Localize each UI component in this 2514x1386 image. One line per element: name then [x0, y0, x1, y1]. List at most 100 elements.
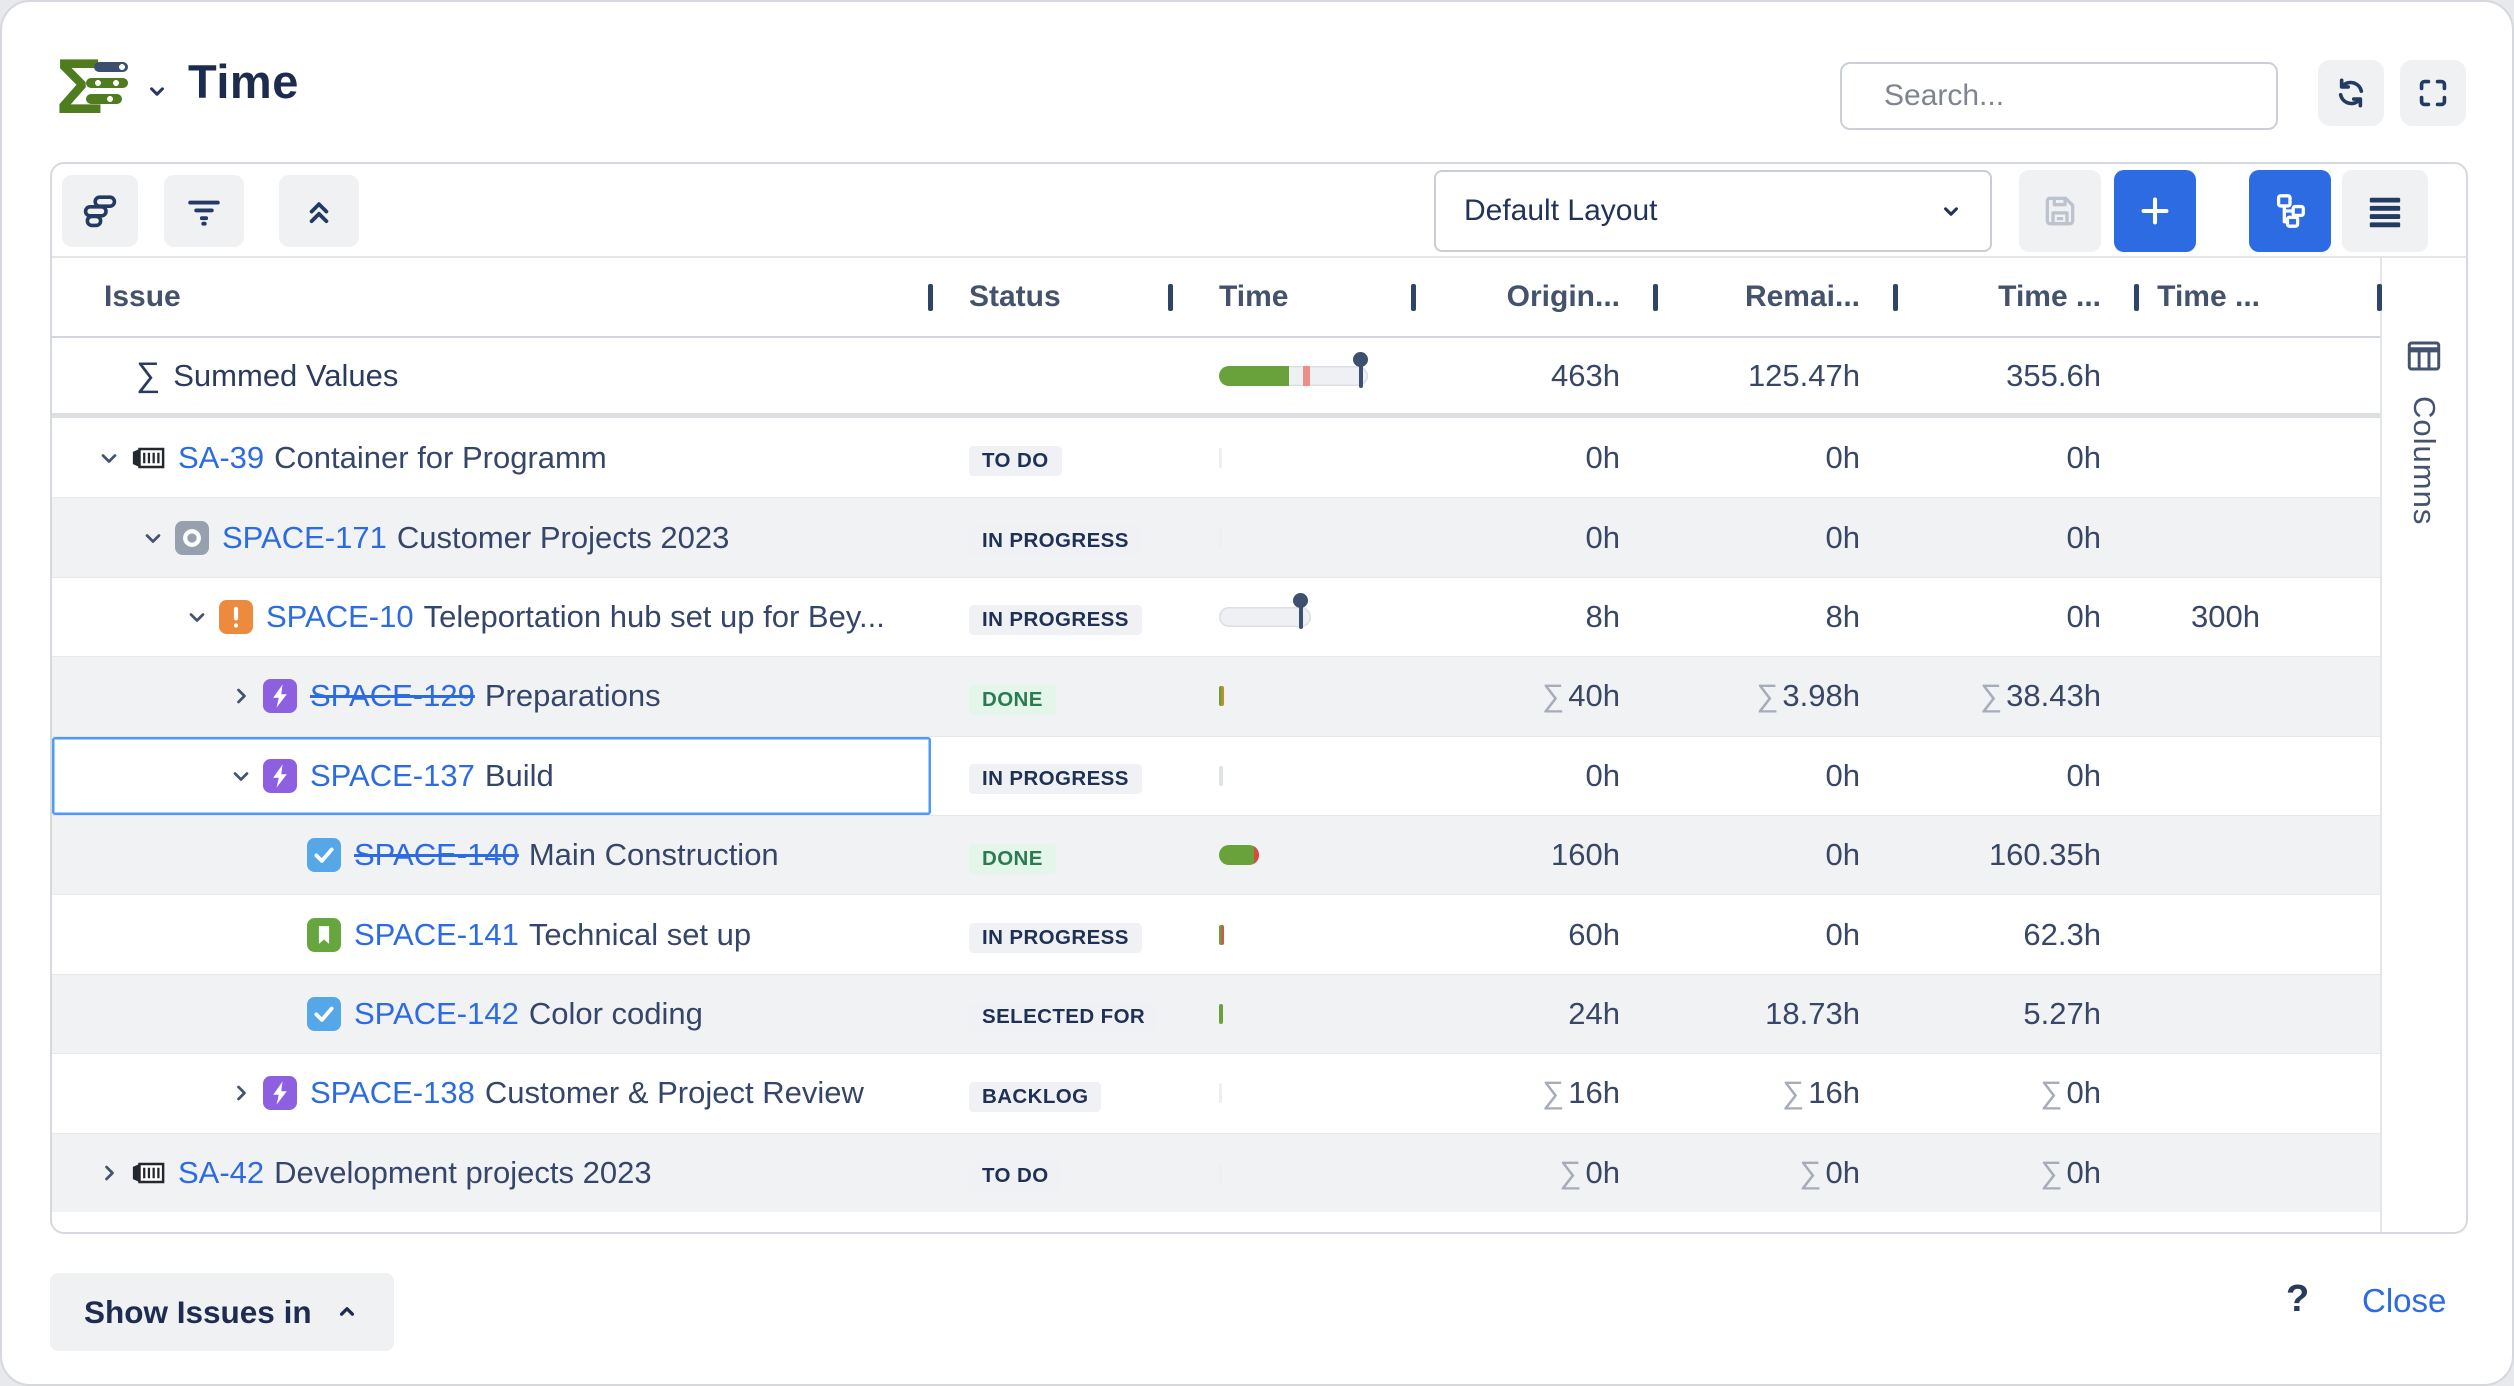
issue-key-link[interactable]: SPACE-10	[266, 599, 414, 635]
time-spent-value: ∑38.43h	[1896, 678, 2137, 714]
show-issues-in-button[interactable]: Show Issues in	[50, 1273, 394, 1351]
add-button[interactable]	[2114, 170, 2196, 252]
issue-key-link[interactable]: SA-42	[178, 1155, 264, 1191]
progress-tick	[1219, 528, 1222, 548]
issue-summary: Customer & Project Review	[485, 1075, 864, 1111]
original-estimate-value: 60h	[1414, 917, 1656, 953]
layout-select[interactable]: Default Layout	[1434, 170, 1992, 252]
container-icon	[131, 1159, 165, 1187]
column-header-5[interactable]: Remai...	[1656, 258, 1896, 336]
issue-row[interactable]: SPACE-129PreparationsDONE∑40h∑3.98h∑38.4…	[52, 656, 2380, 735]
refresh-icon	[2334, 76, 2368, 110]
page-title: Time	[188, 54, 299, 109]
table-header-row: IssueStatusTimeOrigin...Remai...Time ...…	[52, 258, 2380, 338]
summed-progress-bar	[1219, 366, 1368, 386]
remaining-value: 0h	[1656, 917, 1896, 953]
column-header-6[interactable]: Time ...	[1896, 258, 2137, 336]
issue-row[interactable]: SPACE-138 Customer & Project Review BACKLO…	[52, 1053, 2380, 1132]
expand-chevron-down-icon[interactable]	[96, 446, 122, 470]
summed-time-spent: 355.6h	[1896, 358, 2137, 394]
progress-bar	[1219, 607, 1311, 627]
fullscreen-button[interactable]	[2400, 60, 2466, 126]
remaining-value: 0h	[1656, 837, 1896, 873]
summed-values-row: ∑ Summed Values 463h 125.47h 355.6h	[52, 338, 2380, 418]
issue-row[interactable]: SA-39Container for ProgrammTO DO0h0h0h	[52, 418, 2380, 497]
issue-key-link[interactable]: SA-39	[178, 440, 264, 476]
issue-summary: Development projects 2023	[274, 1155, 651, 1191]
expand-chevron-right-icon[interactable]	[228, 1081, 254, 1105]
list-menu-button[interactable]	[2342, 170, 2428, 252]
help-button[interactable]: ?	[2286, 1278, 2309, 1321]
issue-summary: Teleportation hub set up for Bey...	[424, 599, 885, 635]
toolbar: Default Layout	[52, 164, 2466, 258]
issue-row[interactable]: SA-42Development projects 2023TO DO∑0h∑0…	[52, 1133, 2380, 1212]
refresh-button[interactable]	[2318, 60, 2384, 126]
bolt-icon	[263, 759, 297, 793]
expand-chevron-down-icon[interactable]	[228, 764, 254, 788]
container-icon	[131, 444, 165, 472]
time-spent-value: ∑0h	[1896, 1075, 2137, 1111]
close-link[interactable]: Close	[2362, 1282, 2446, 1320]
remaining-value: 0h	[1656, 758, 1896, 794]
issue-row[interactable]: SPACE-10 Teleportation hub set up for Bey…	[52, 577, 2380, 656]
column-resize-handle[interactable]	[2377, 284, 2382, 311]
issue-key-link[interactable]: SPACE-141	[354, 917, 519, 953]
save-layout-button[interactable]	[2019, 170, 2101, 252]
expand-chevron-down-icon[interactable]	[184, 605, 210, 629]
footer: Show Issues in ? Close	[2, 1234, 2512, 1386]
expand-chevron-right-icon[interactable]	[228, 684, 254, 708]
original-estimate-value: ∑0h	[1414, 1155, 1656, 1191]
progress-tick	[1219, 766, 1223, 786]
issue-key-link[interactable]: SPACE-138	[310, 1075, 475, 1111]
layout-select-value: Default Layout	[1464, 194, 1657, 228]
column-header-4[interactable]: Origin...	[1414, 258, 1656, 336]
progress-tick	[1219, 1083, 1222, 1103]
issue-key-link[interactable]: SPACE-129	[310, 678, 475, 714]
issue-summary: Color coding	[529, 996, 703, 1032]
summed-original-estimate: 463h	[1414, 358, 1656, 394]
column-header-2[interactable]: Status	[931, 258, 1171, 336]
progress-pin-marker[interactable]	[1353, 352, 1368, 367]
columns-panel-label: Columns	[2406, 396, 2442, 525]
expand-chevron-down-icon[interactable]	[140, 526, 166, 550]
issue-row[interactable]: SPACE-141Technical set upIN PROGRESS60h0…	[52, 894, 2380, 973]
columns-icon	[2407, 340, 2441, 372]
time-spent-value: ∑0h	[1896, 1155, 2137, 1191]
status-badge: DONE	[969, 685, 1056, 715]
columns-panel-toggle[interactable]: Columns	[2380, 258, 2466, 1232]
column-header-1[interactable]: Issue	[52, 258, 931, 336]
column-header-7[interactable]: Time ...	[2137, 258, 2380, 336]
search-input[interactable]	[1866, 79, 2290, 113]
status-badge: BACKLOG	[969, 1082, 1101, 1112]
issue-row[interactable]: SPACE-140Main ConstructionDONE160h0h160.…	[52, 815, 2380, 894]
expand-chevron-right-icon[interactable]	[96, 1161, 122, 1185]
progress-pin-marker[interactable]	[1293, 593, 1308, 608]
status-badge: IN PROGRESS	[969, 605, 1142, 635]
progress-tick	[1219, 1163, 1222, 1183]
issue-row[interactable]: SPACE-142Color codingSELECTED FOR24h18.7…	[52, 974, 2380, 1053]
timeline-view-button[interactable]	[62, 175, 138, 247]
status-badge: TO DO	[969, 1161, 1062, 1191]
filter-button[interactable]	[164, 175, 244, 247]
remaining-value: 0h	[1656, 520, 1896, 556]
save-icon	[2041, 192, 2079, 230]
title-dropdown-chevron-down-icon[interactable]	[144, 78, 170, 109]
column-header-3[interactable]: Time	[1171, 258, 1414, 336]
issue-key-link[interactable]: SPACE-137	[310, 758, 475, 794]
issue-summary: Build	[485, 758, 554, 794]
issue-summary: Main Construction	[529, 837, 779, 873]
search-box[interactable]	[1840, 62, 2278, 130]
collapse-all-button[interactable]	[279, 175, 359, 247]
issue-key-link[interactable]: SPACE-142	[354, 996, 519, 1032]
issue-row[interactable]: SPACE-137BuildIN PROGRESS0h0h0h	[52, 736, 2380, 815]
issue-row[interactable]: SPACE-171Customer Projects 2023IN PROGRE…	[52, 497, 2380, 576]
remaining-value: ∑16h	[1656, 1075, 1896, 1111]
check-icon	[307, 838, 341, 872]
chevron-down-icon	[1938, 198, 1964, 224]
issue-key-link[interactable]: SPACE-140	[354, 837, 519, 873]
tree-view-button[interactable]	[2249, 170, 2331, 252]
tree-icon	[2271, 192, 2309, 230]
app-logo-icon[interactable]: Σ	[56, 46, 134, 126]
issue-key-link[interactable]: SPACE-171	[222, 520, 387, 556]
remaining-value: ∑0h	[1656, 1155, 1896, 1191]
